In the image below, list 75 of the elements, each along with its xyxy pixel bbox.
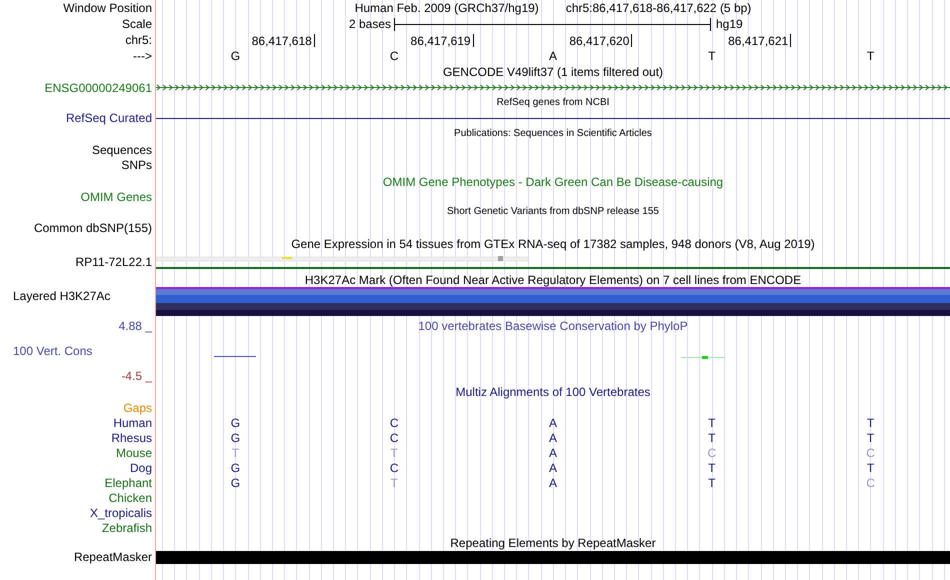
track-label: Scale — [122, 18, 152, 30]
base-letter: G — [230, 432, 240, 444]
track-title: Publications: Sequences in Scientific Articles — [454, 129, 652, 139]
base-letter: C — [866, 476, 875, 488]
base-letter: T — [708, 432, 716, 444]
track-label: chr5: — [125, 34, 152, 46]
track-title: OMIM Gene Phenotypes - Dark Green Can Be Disease-causing — [382, 176, 724, 188]
base-letter: G — [230, 50, 240, 62]
track-label: X_tropicalis — [90, 506, 152, 518]
base-letter: G — [230, 476, 240, 488]
base-letter: T — [866, 50, 874, 62]
scale-text: 2 bases — [348, 18, 391, 30]
track-label: SNPs — [121, 159, 152, 171]
base-letter: A — [548, 50, 557, 62]
track-label: Layered H3K27Ac — [13, 290, 110, 302]
position-text: chr5:86,417,618-86,417,622 (5 bp) — [566, 2, 752, 14]
base-letter: T — [866, 416, 874, 428]
base-letter: A — [548, 476, 557, 488]
base-letter: A — [548, 416, 557, 428]
base-letter: C — [390, 416, 399, 428]
conservation-mark — [214, 356, 256, 357]
base-letter: G — [230, 416, 240, 428]
track-label: 4.88 _ — [118, 320, 152, 332]
coordinate-label: 86,417,621 — [728, 34, 792, 46]
track-label: Dog — [130, 462, 152, 474]
coordinate-label: 86,417,620 — [569, 34, 632, 46]
base-letter: C — [390, 462, 399, 474]
track-label: -4.5 _ — [121, 370, 152, 382]
track-title: RefSeq genes from NCBI — [496, 98, 610, 108]
track-title: Short Genetic Variants from dbSNP release 155 — [447, 207, 659, 217]
track-title: Repeating Elements by RepeatMasker — [450, 536, 656, 548]
track-label: ---> — [133, 50, 152, 62]
track-label: Gaps — [123, 402, 152, 414]
track-label: ENSG00000249061 — [44, 82, 152, 94]
base-letter: T — [708, 462, 716, 474]
base-letter: T — [708, 416, 716, 428]
assembly-title: Human Feb. 2009 (GRCh37/hg19) — [354, 2, 539, 14]
track-label: RP11-72L22.1 — [76, 256, 152, 268]
base-letter: A — [548, 462, 557, 474]
conservation-mark — [681, 356, 725, 359]
coordinate-label: 86,417,619 — [410, 34, 474, 46]
track-label: Elephant — [104, 476, 152, 488]
track-label: Sequences — [92, 144, 152, 156]
base-letter: A — [548, 432, 557, 444]
base-letter: C — [390, 432, 399, 444]
track-label: RepeatMasker — [74, 551, 152, 563]
track-title: 100 vertebrates Basewise Conservation by PhyloP — [418, 320, 688, 332]
track-label: Window Position — [63, 2, 152, 14]
track-label: Human — [113, 416, 152, 428]
base-letter: T — [866, 432, 874, 444]
base-letter: T — [866, 462, 874, 474]
track-label: Common dbSNP(155) — [34, 222, 152, 234]
base-letter: T — [390, 476, 398, 488]
track-label: OMIM Genes — [80, 191, 152, 203]
track-label: Chicken — [108, 492, 152, 504]
track-title: GENCODE V49lift37 (1 items filtered out) — [442, 66, 664, 78]
base-letter: C — [707, 446, 716, 458]
coordinate-label: 86,417,618 — [252, 34, 315, 46]
base-letter: T — [390, 446, 398, 458]
track-label: RefSeq Curated — [66, 112, 152, 124]
track-label: Zebrafish — [102, 522, 152, 534]
track-label: Mouse — [116, 446, 152, 458]
scale-assembly: hg19 — [715, 18, 743, 30]
base-letter: C — [866, 446, 875, 458]
base-letter: T — [708, 476, 716, 488]
track-title: Gene Expression in 54 tissues from GTEx RNA-seq of 17382 samples, 948 donors (V8, Aug 2019) — [291, 238, 815, 250]
track-title: H3K27Ac Mark (Often Found Near Active Regulatory Elements) on 7 cell lines from ENCODE — [304, 274, 802, 286]
track-title: Multiz Alignments of 100 Vertebrates — [456, 386, 650, 398]
base-letter: A — [548, 446, 557, 458]
base-letter: T — [232, 446, 240, 458]
track-label: 100 Vert. Cons — [13, 345, 92, 357]
base-letter: C — [390, 50, 399, 62]
track-label: Rhesus — [111, 432, 152, 444]
base-letter: G — [230, 462, 240, 474]
base-letter: T — [708, 50, 716, 62]
